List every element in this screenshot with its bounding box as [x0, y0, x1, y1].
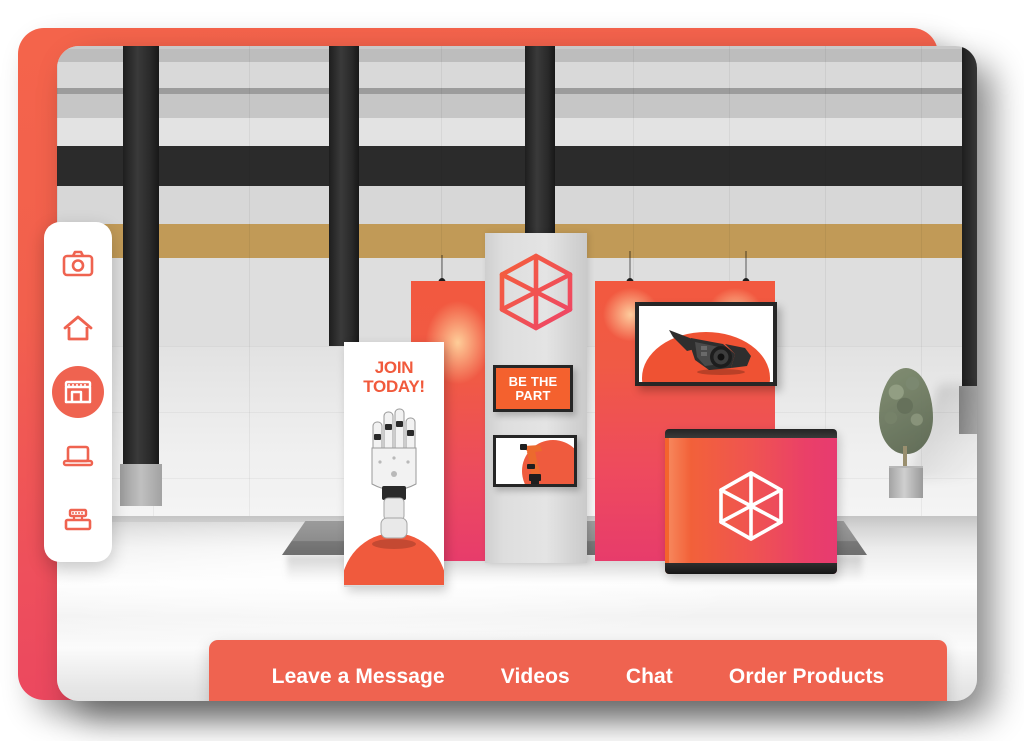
sidebar-item-booth[interactable] — [52, 366, 104, 418]
rollup-banner-join-today[interactable]: JOIN TODAY! — [344, 342, 444, 587]
venue-viewport: BE THE PART JOIN TODAY! Leave a Message … — [57, 46, 977, 701]
desk-highlight — [669, 438, 691, 563]
nav-leave-a-message[interactable]: Leave a Message — [272, 665, 445, 689]
robot-arm-photo — [520, 444, 542, 484]
hanging-light-2 — [626, 251, 634, 289]
store-icon — [64, 380, 92, 404]
screen-robot-small[interactable] — [493, 435, 577, 487]
screenshot-root: BE THE PART JOIN TODAY! Leave a Message … — [0, 0, 1024, 741]
nav-order-products[interactable]: Order Products — [729, 665, 884, 689]
banner-base — [344, 585, 444, 587]
reception-desk[interactable] — [665, 429, 837, 574]
booth-center-tower: BE THE PART — [485, 233, 587, 563]
pillar-left — [120, 46, 162, 506]
bottom-nav-bar: Leave a Message Videos Chat Order Produc… — [209, 640, 947, 701]
screen-product-large[interactable] — [635, 302, 777, 386]
hanging-light-1 — [438, 255, 446, 289]
camera-icon — [62, 250, 94, 277]
tree-pot — [889, 466, 923, 498]
sidebar-item-camera[interactable] — [52, 238, 104, 290]
desk-top-trim — [665, 429, 837, 438]
pillar-right — [959, 46, 977, 434]
laptop-icon — [62, 445, 94, 467]
be-the-part-sign[interactable]: BE THE PART — [493, 365, 573, 412]
left-tool-sidebar — [44, 222, 112, 562]
sidebar-item-laptop[interactable] — [52, 430, 104, 482]
nav-videos[interactable]: Videos — [501, 665, 570, 689]
desk-base-trim — [665, 563, 837, 574]
hanging-light-3 — [742, 251, 750, 289]
power-tool-photo — [669, 330, 751, 375]
sidebar-item-stage[interactable] — [52, 494, 104, 546]
pillar-base — [120, 464, 162, 506]
exhibition-booth[interactable]: BE THE PART — [227, 221, 887, 616]
nav-chat[interactable]: Chat — [626, 665, 673, 689]
sidebar-item-home[interactable] — [52, 302, 104, 354]
be-the-part-text: BE THE PART — [508, 373, 558, 403]
tree-foliage — [879, 368, 933, 454]
robot-hand-photo — [371, 408, 417, 549]
home-icon — [63, 315, 93, 341]
hexagon-cube-logo-icon — [499, 253, 573, 331]
stage-icon — [64, 508, 92, 531]
rollup-banner-text: JOIN TODAY! — [363, 358, 425, 396]
hexagon-cube-logo-icon — [719, 471, 783, 541]
